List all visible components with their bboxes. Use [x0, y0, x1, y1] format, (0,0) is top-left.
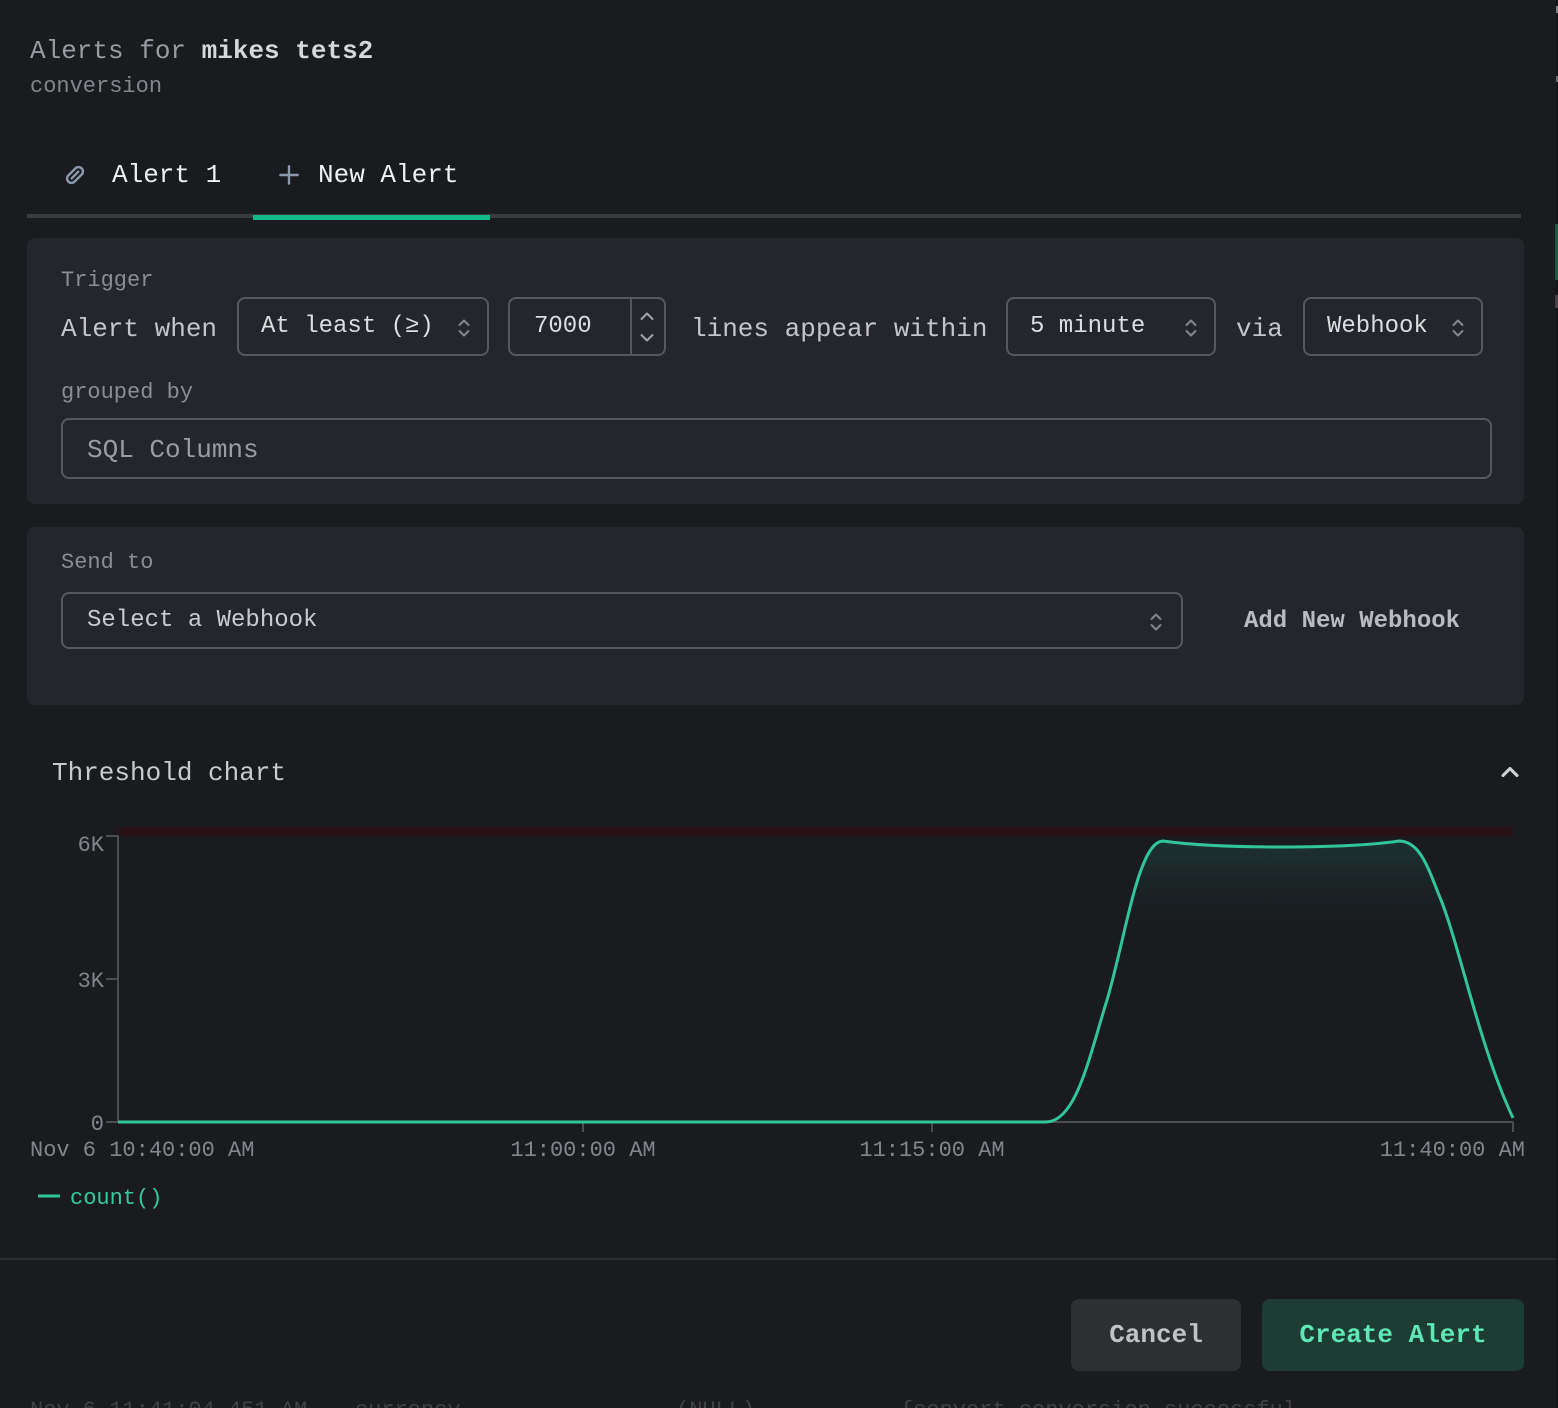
svg-text:11:15:00 AM: 11:15:00 AM	[859, 1138, 1004, 1163]
svg-text:11:40:00 AM: 11:40:00 AM	[1380, 1138, 1525, 1163]
svg-text:11:00:00 AM: 11:00:00 AM	[510, 1138, 655, 1163]
svg-text:3K: 3K	[78, 969, 105, 994]
svg-text:Nov 6 10:40:00 AM: Nov 6 10:40:00 AM	[30, 1138, 254, 1163]
svg-text:count(): count()	[70, 1186, 162, 1210]
svg-text:6K: 6K	[78, 833, 105, 858]
svg-text:0: 0	[91, 1112, 104, 1137]
